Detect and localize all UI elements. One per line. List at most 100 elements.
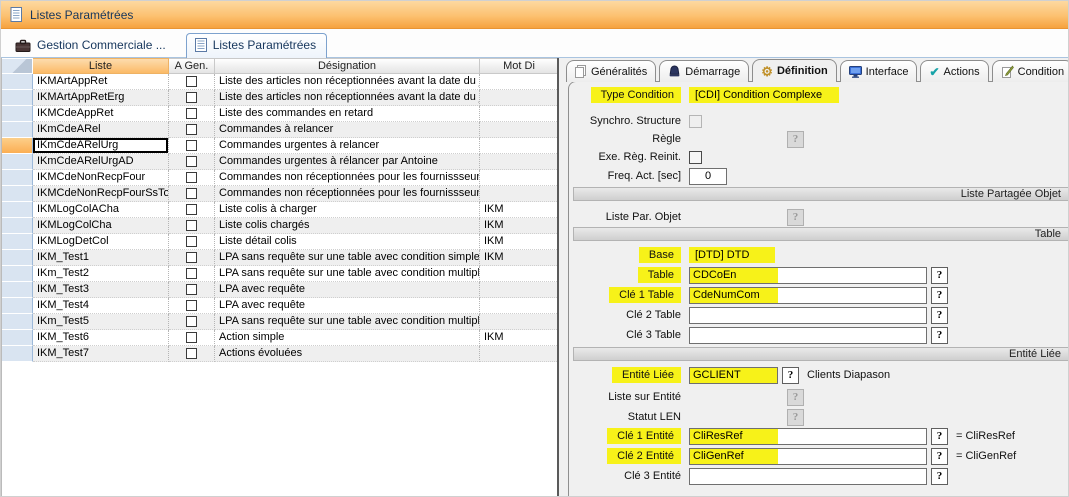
a-gen-checkbox[interactable] xyxy=(186,220,197,231)
a-gen-checkbox[interactable] xyxy=(186,92,197,103)
table-row[interactable]: IKMArtAppRetErgListe des articles non ré… xyxy=(2,90,559,106)
table-row[interactable]: IKMLogDetColListe détail colisIKM xyxy=(2,234,559,250)
cell-designation[interactable]: Liste des articles non réceptionnées ava… xyxy=(215,74,480,90)
cell-designation[interactable]: LPA sans requête sur une table avec cond… xyxy=(215,250,480,266)
cell-liste[interactable]: IKm_Test5 xyxy=(33,314,169,330)
cell-mot[interactable]: IKM xyxy=(480,330,559,346)
cell-mot[interactable] xyxy=(480,346,559,362)
row-header[interactable] xyxy=(2,74,33,90)
table-row[interactable]: IKMCdeAppRet Liste des commandes en retar… xyxy=(2,106,559,122)
cell-designation[interactable]: Commandes non réceptionnées pour les fou… xyxy=(215,186,480,202)
a-gen-checkbox[interactable] xyxy=(186,108,197,119)
cell-mot[interactable]: IKM xyxy=(480,202,559,218)
cle1-table-input[interactable] xyxy=(689,287,927,304)
cell-mot[interactable] xyxy=(480,186,559,202)
a-gen-checkbox[interactable] xyxy=(186,204,197,215)
cell-liste[interactable]: IKmCdeARelUrgAD xyxy=(33,154,169,170)
statut-len-help-button[interactable]: ? xyxy=(787,409,804,426)
table-row[interactable]: IKM_Test1 LPA sans requête sur une table … xyxy=(2,250,559,266)
cell-liste[interactable]: IKmCdeARel xyxy=(33,122,169,138)
cle3-entite-help-button[interactable]: ? xyxy=(931,468,948,485)
cell-liste[interactable]: IKM_Test1 xyxy=(33,250,169,266)
row-header[interactable] xyxy=(2,250,33,266)
cell-designation[interactable]: Liste des commandes en retard xyxy=(215,106,480,122)
cell-designation[interactable]: Commandes non réceptionnées pour les fou… xyxy=(215,170,480,186)
tab-listes-parametrees[interactable]: Listes Paramétrées xyxy=(186,33,327,58)
cell-designation[interactable]: Liste des articles non réceptionnées ava… xyxy=(215,90,480,106)
select-all-corner[interactable] xyxy=(2,58,33,74)
a-gen-checkbox[interactable] xyxy=(186,252,197,263)
column-header-liste[interactable]: Liste xyxy=(33,58,169,74)
cell-mot[interactable] xyxy=(480,266,559,282)
table-row[interactable]: IKm_Test2LPA sans requête sur une table … xyxy=(2,266,559,282)
row-header[interactable] xyxy=(2,90,33,106)
cell-liste[interactable]: IKmCdeARelUrg xyxy=(33,138,169,154)
table-row[interactable]: IKMLogColChaListe colis chargésIKM xyxy=(2,218,559,234)
cell-designation[interactable]: Commandes urgentes à rélancer par Antoin… xyxy=(215,154,480,170)
a-gen-checkbox[interactable] xyxy=(186,172,197,183)
row-header[interactable] xyxy=(2,266,33,282)
cell-mot[interactable]: IKM xyxy=(480,218,559,234)
table-row[interactable]: IKmCdeARel Commandes à relancer xyxy=(2,122,559,138)
cle1-entite-input[interactable] xyxy=(689,428,927,445)
cell-liste[interactable]: IKMArtAppRet xyxy=(33,74,169,90)
tab-interface[interactable]: Interface xyxy=(840,60,918,82)
cle3-entite-input[interactable] xyxy=(689,468,927,485)
cell-designation[interactable]: LPA avec requête xyxy=(215,282,480,298)
cell-designation[interactable]: LPA avec requête xyxy=(215,298,480,314)
row-header[interactable] xyxy=(2,314,33,330)
cell-liste[interactable]: IKM_Test6 xyxy=(33,330,169,346)
a-gen-checkbox[interactable] xyxy=(186,332,197,343)
tab-demarrage[interactable]: Démarrage xyxy=(659,60,749,82)
cell-mot[interactable] xyxy=(480,282,559,298)
row-header[interactable] xyxy=(2,106,33,122)
cell-mot[interactable] xyxy=(480,122,559,138)
a-gen-checkbox[interactable] xyxy=(186,156,197,167)
cell-mot[interactable] xyxy=(480,106,559,122)
a-gen-checkbox[interactable] xyxy=(186,268,197,279)
regle-help-button[interactable]: ? xyxy=(787,131,804,148)
row-header[interactable] xyxy=(2,218,33,234)
liste-par-objet-help-button[interactable]: ? xyxy=(787,209,804,226)
cle2-table-help-button[interactable]: ? xyxy=(931,307,948,324)
cell-designation[interactable]: Liste colis chargés xyxy=(215,218,480,234)
cle2-table-input[interactable] xyxy=(689,307,927,324)
table-row[interactable]: IKMArtAppRet Liste des articles non récep… xyxy=(2,74,559,90)
cell-liste[interactable]: IKMCdeAppRet xyxy=(33,106,169,122)
table-row[interactable]: IKm_Test5 LPA sans requête sur une table … xyxy=(2,314,559,330)
cell-mot[interactable] xyxy=(480,154,559,170)
table-row[interactable]: IKM_Test4LPA avec requête xyxy=(2,298,559,314)
row-header[interactable] xyxy=(2,346,33,362)
a-gen-checkbox[interactable] xyxy=(186,316,197,327)
table-row[interactable]: IKM_Test3LPA avec requête xyxy=(2,282,559,298)
a-gen-checkbox[interactable] xyxy=(186,348,197,359)
table-row[interactable]: IKM_Test6 Action simpleIKM xyxy=(2,330,559,346)
cell-mot[interactable] xyxy=(480,314,559,330)
cell-designation[interactable]: Action simple xyxy=(215,330,480,346)
row-header[interactable] xyxy=(2,186,33,202)
cell-designation[interactable]: Liste colis à charger xyxy=(215,202,480,218)
cell-designation[interactable]: Commandes à relancer xyxy=(215,122,480,138)
cell-liste[interactable]: IKm_Test2 xyxy=(33,266,169,282)
column-header-mot[interactable]: Mot Di xyxy=(480,58,559,74)
cell-mot[interactable] xyxy=(480,170,559,186)
cell-liste[interactable]: IKMCdeNonRecpFour xyxy=(33,170,169,186)
cell-mot[interactable] xyxy=(480,138,559,154)
table-row[interactable]: IKM_Test7Actions évoluées xyxy=(2,346,559,362)
cell-mot[interactable] xyxy=(480,298,559,314)
tab-actions[interactable]: ✔ Actions xyxy=(920,60,988,82)
liste-sur-entite-help-button[interactable]: ? xyxy=(787,389,804,406)
cell-designation[interactable]: Actions évoluées xyxy=(215,346,480,362)
cell-designation[interactable]: Commandes urgentes à relancer xyxy=(215,138,480,154)
tab-gestion-commerciale[interactable]: Gestion Commerciale ... xyxy=(7,34,176,57)
table-row[interactable]: IKmCdeARelUrg Commandes urgentes à relanc… xyxy=(2,138,559,154)
tab-generalites[interactable]: Généralités xyxy=(566,60,656,82)
a-gen-checkbox[interactable] xyxy=(186,236,197,247)
cle1-entite-help-button[interactable]: ? xyxy=(931,428,948,445)
cell-liste[interactable]: IKMCdeNonRecpFourSsTot xyxy=(33,186,169,202)
a-gen-checkbox[interactable] xyxy=(186,300,197,311)
table-help-button[interactable]: ? xyxy=(931,267,948,284)
row-header[interactable] xyxy=(2,298,33,314)
cell-designation[interactable]: LPA sans requête sur une table avec cond… xyxy=(215,314,480,330)
a-gen-checkbox[interactable] xyxy=(186,284,197,295)
